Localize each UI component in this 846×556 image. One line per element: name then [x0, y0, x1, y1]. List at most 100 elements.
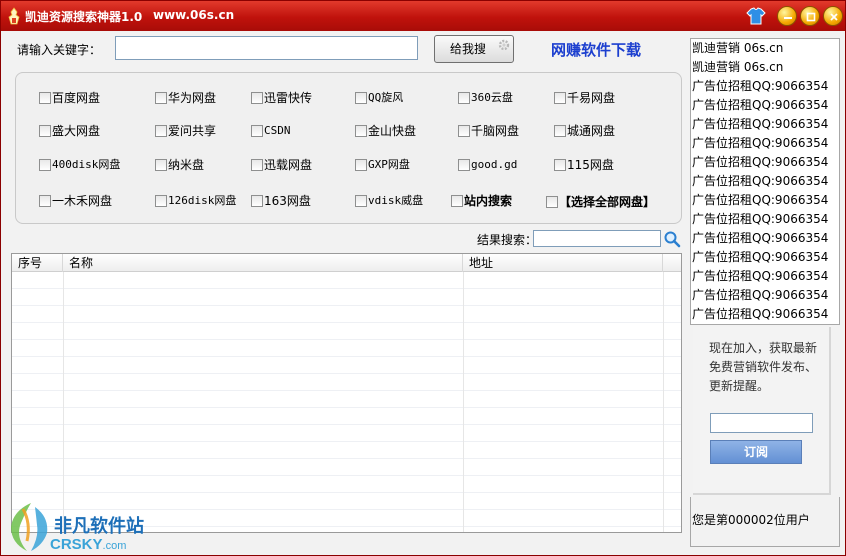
watermark-site: CRSKY.com — [50, 536, 126, 553]
disk-option[interactable]: CSDN — [251, 123, 291, 141]
list-item[interactable]: 广告位招租QQ:9066354 — [691, 191, 839, 210]
subscribe-email-input[interactable] — [710, 413, 813, 433]
results-table[interactable]: 序号 名称 地址 — [11, 253, 682, 533]
disk-option[interactable]: GXP网盘 — [355, 157, 410, 175]
table-header: 序号 名称 地址 — [12, 254, 681, 272]
disk-option[interactable]: 一木禾网盘 — [39, 193, 112, 211]
checkbox[interactable] — [554, 159, 566, 171]
disk-option[interactable]: 爱问共享 — [155, 123, 216, 141]
checkbox[interactable] — [251, 92, 263, 104]
disk-option[interactable]: 迅载网盘 — [251, 157, 312, 175]
disk-option[interactable]: 百度网盘 — [39, 90, 100, 108]
list-item[interactable]: 凯迪营销 06s.cn — [691, 58, 839, 77]
keyword-input[interactable] — [115, 36, 418, 60]
promo-link[interactable]: 网赚软件下载 — [551, 39, 641, 60]
result-search-input[interactable] — [533, 230, 661, 247]
close-button[interactable] — [823, 6, 843, 26]
disk-option[interactable]: 金山快盘 — [355, 123, 416, 141]
checkbox[interactable] — [546, 196, 558, 208]
keyword-label: 请输入关键字： — [17, 43, 102, 57]
app-window: 凯迪资源搜索神器1.0 www.06s.cn 请输入关键字： 给我搜 网赚软件下… — [0, 0, 846, 556]
list-item[interactable]: 广告位招租QQ:9066354 — [691, 115, 839, 134]
disk-option[interactable]: 盛大网盘 — [39, 123, 100, 141]
checkbox[interactable] — [251, 125, 263, 137]
select-all-option[interactable]: 【选择全部网盘】 — [546, 194, 655, 212]
checkbox[interactable] — [554, 92, 566, 104]
checkbox[interactable] — [251, 195, 263, 207]
checkbox[interactable] — [155, 92, 167, 104]
checkbox[interactable] — [458, 159, 470, 171]
minimize-icon — [784, 17, 792, 19]
checkbox[interactable] — [39, 92, 51, 104]
disk-option[interactable]: QQ旋风 — [355, 90, 403, 108]
watermark-site-suffix: .com — [102, 540, 127, 552]
disk-option[interactable]: 城通网盘 — [554, 123, 615, 141]
checkbox[interactable] — [451, 195, 463, 207]
maximize-button[interactable] — [800, 6, 820, 26]
title-bar[interactable]: 凯迪资源搜索神器1.0 www.06s.cn — [1, 1, 845, 31]
column-divider — [63, 272, 64, 532]
disk-option[interactable]: 115网盘 — [554, 157, 614, 175]
subscribe-button[interactable]: 订阅 — [710, 440, 802, 464]
list-item[interactable]: 广告位招租QQ:9066354 — [691, 286, 839, 305]
window-url: www.06s.cn — [153, 8, 235, 22]
checkbox[interactable] — [39, 195, 51, 207]
list-item[interactable]: 广告位招租QQ:9066354 — [691, 134, 839, 153]
disk-option[interactable]: 纳米盘 — [155, 157, 204, 175]
checkbox[interactable] — [355, 195, 367, 207]
disk-option[interactable]: 迅雷快传 — [251, 90, 312, 108]
skin-shirt-icon[interactable] — [745, 5, 767, 27]
result-search-label: 结果搜索： — [477, 233, 538, 247]
disk-option[interactable]: good.gd — [458, 157, 517, 175]
checkbox[interactable] — [554, 125, 566, 137]
checkbox[interactable] — [458, 92, 470, 104]
column-header-index[interactable]: 序号 — [12, 254, 63, 272]
list-item[interactable]: 广告位招租QQ:9066354 — [691, 267, 839, 286]
checkbox[interactable] — [355, 92, 367, 104]
column-divider — [463, 272, 464, 532]
gear-icon — [498, 39, 510, 51]
subscribe-panel: 现在加入，获取最新免费营销软件发布、更新提醒。 订阅 — [693, 327, 831, 495]
minimize-button[interactable] — [777, 6, 797, 26]
list-item[interactable]: 广告位招租QQ:9066354 — [691, 172, 839, 191]
search-icon — [664, 231, 681, 248]
watermark-site-name: CRSKY — [50, 536, 103, 553]
list-item[interactable]: 广告位招租QQ:9066354 — [691, 229, 839, 248]
disk-options-group: 百度网盘 华为网盘 迅雷快传 QQ旋风 360云盘 千易网盘 盛大网盘 爱问共享… — [15, 72, 682, 224]
search-button[interactable]: 给我搜 — [434, 35, 514, 63]
disk-option[interactable]: 400disk网盘 — [39, 157, 120, 175]
checkbox[interactable] — [355, 125, 367, 137]
checkbox[interactable] — [155, 159, 167, 171]
site-search-option[interactable]: 站内搜索 — [451, 193, 512, 211]
list-item[interactable]: 凯迪营销 06s.cn — [691, 39, 839, 58]
disk-option[interactable]: 千易网盘 — [554, 90, 615, 108]
checkbox[interactable] — [155, 195, 167, 207]
disk-option[interactable]: 千脑网盘 — [458, 123, 519, 141]
column-header-name[interactable]: 名称 — [63, 254, 463, 272]
search-button-label: 给我搜 — [449, 42, 486, 56]
disk-option[interactable]: 163网盘 — [251, 193, 311, 211]
checkbox[interactable] — [155, 125, 167, 137]
list-item[interactable]: 广告位招租QQ:9066354 — [691, 96, 839, 115]
list-item[interactable]: 广告位招租QQ:9066354 — [691, 248, 839, 267]
checkbox[interactable] — [251, 159, 263, 171]
disk-option[interactable]: 126disk网盘 — [155, 193, 236, 211]
table-body — [12, 272, 681, 532]
user-count: 您是第000002位用户 — [692, 513, 810, 527]
list-item[interactable]: 广告位招租QQ:9066354 — [691, 77, 839, 96]
disk-option[interactable]: vdisk威盘 — [355, 193, 423, 211]
checkbox[interactable] — [39, 159, 51, 171]
close-icon — [830, 13, 838, 21]
disk-option[interactable]: 华为网盘 — [155, 90, 216, 108]
list-item[interactable]: 广告位招租QQ:9066354 — [691, 153, 839, 172]
checkbox[interactable] — [39, 125, 51, 137]
ad-list[interactable]: 凯迪营销 06s.cn 凯迪营销 06s.cn 广告位招租QQ:9066354 … — [690, 38, 840, 325]
window-title: 凯迪资源搜索神器1.0 — [25, 10, 143, 24]
list-item[interactable]: 广告位招租QQ:9066354 — [691, 305, 839, 324]
column-header-address[interactable]: 地址 — [463, 254, 663, 272]
disk-option[interactable]: 360云盘 — [458, 90, 513, 108]
checkbox[interactable] — [355, 159, 367, 171]
result-search-button[interactable] — [663, 230, 681, 248]
list-item[interactable]: 广告位招租QQ:9066354 — [691, 210, 839, 229]
checkbox[interactable] — [458, 125, 470, 137]
